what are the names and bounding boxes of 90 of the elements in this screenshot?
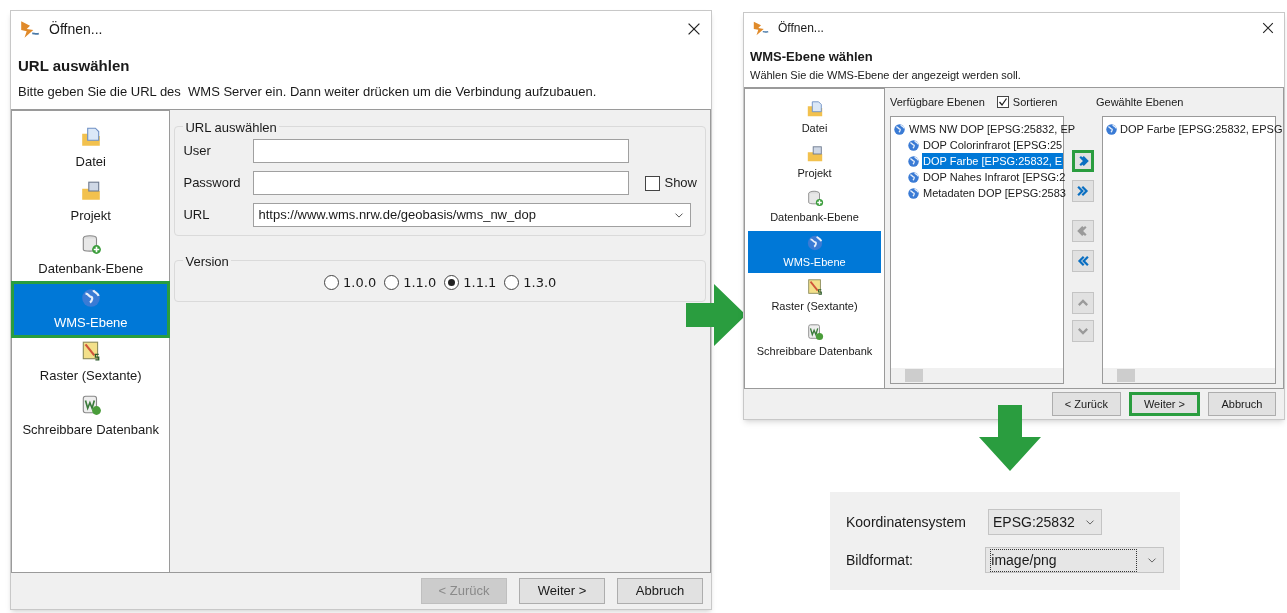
folder-icon (805, 144, 824, 163)
password-field[interactable] (253, 171, 630, 195)
sidebar-label: WMS-Ebene (783, 254, 846, 270)
sidebar-item[interactable]: Raster (Sextante) (748, 275, 881, 318)
radio-option[interactable]: 1.1.0 (384, 273, 437, 293)
dropdown[interactable]: image/png (985, 547, 1164, 573)
list-label: Verfügbare Ebenen (890, 94, 985, 110)
sidebar-label: Schreibbare Datenbank (22, 420, 160, 439)
sidebar-item[interactable]: Datenbank-Ebene (748, 186, 881, 229)
database-icon (805, 322, 824, 341)
move-all-right-button[interactable] (1072, 180, 1094, 202)
list-label: Gewählte Ebenen (1096, 94, 1184, 110)
globe-icon (907, 138, 920, 152)
dialog-heading: URL auswählen (17, 56, 131, 76)
field-label: Bildformat: (846, 550, 914, 570)
input-field[interactable] (253, 139, 630, 163)
chevron-icon (1076, 154, 1090, 168)
app-icon (19, 18, 41, 40)
dialog-button[interactable]: < Zurück (1051, 392, 1121, 416)
sidebar-item[interactable]: Projekt (748, 141, 881, 184)
tree-item[interactable]: Metadaten DOP [EPSG:2583 (922, 184, 1067, 202)
folder-icon (79, 126, 102, 148)
folder-icon (805, 100, 824, 118)
sidebar-label: Datei (75, 153, 106, 171)
move-all-left-button[interactable] (1072, 250, 1094, 272)
database-icon (805, 189, 824, 207)
list-item[interactable]: DOP Farbe [EPSG:25832, EPSG (1120, 120, 1283, 138)
sidebar-item[interactable]: WMS-Ebene (748, 230, 881, 273)
checkbox-label: Show (664, 174, 697, 193)
raster-icon (805, 278, 824, 296)
sidebar-item[interactable]: Raster (Sextante) (14, 337, 168, 389)
radio-option[interactable]: 1.1.1 (444, 273, 497, 293)
chevron-icon (1076, 184, 1090, 198)
dialog-description: Bitte geben Sie die URL des WMS Server ein. Dann weiter drücken um die Verbindung aufzubauen. (17, 82, 598, 101)
sidebar-item[interactable]: Datenbank-Ebene (14, 230, 168, 282)
dialog-button[interactable]: Abbruch (617, 578, 703, 604)
globe-icon (805, 233, 824, 252)
chevron-icon (1076, 224, 1090, 238)
dropdown[interactable]: EPSG:25832 (988, 509, 1102, 535)
sidebar-label: Projekt (70, 206, 111, 225)
globe-icon (907, 186, 920, 200)
tree-item[interactable]: DOP Nahes Infrarot [EPSG:2 (922, 168, 1067, 186)
sidebar-item[interactable]: Projekt (14, 176, 168, 228)
close-icon[interactable] (1260, 20, 1276, 36)
sidebar-label: Datenbank-Ebene (38, 260, 144, 278)
right-arrow (686, 284, 746, 346)
sidebar-item[interactable]: Schreibbare Datenbank (14, 390, 168, 442)
url-combo-box[interactable]: https://www.wms.nrw.de/geobasis/wms_nw_dop (253, 203, 692, 227)
tree-item[interactable]: WMS NW DOP [EPSG:25832, EP (908, 120, 1077, 138)
move-right-button[interactable] (1072, 150, 1094, 172)
sidebar-label: Projekt (797, 165, 832, 181)
dialog-button[interactable]: Weiter > (519, 578, 605, 604)
dialog-button[interactable]: Abbruch (1208, 392, 1276, 416)
globe-icon (893, 122, 906, 136)
sidebar-label: Raster (Sextante) (771, 299, 858, 314)
checkbox[interactable] (645, 175, 661, 191)
horizontal-scrollbar[interactable] (891, 368, 1063, 383)
dialog-heading: WMS-Ebene wählen (749, 48, 874, 66)
field-label: Koordinatensystem (846, 512, 967, 532)
field-label: URL (183, 206, 211, 225)
sidebar-item[interactable]: WMS-Ebene (14, 283, 168, 335)
chevron-icon (1076, 254, 1090, 268)
tree-item[interactable]: DOP Farbe [EPSG:25832, E (922, 152, 1064, 170)
dialog-description: Wählen Sie die WMS-Ebene der angezeigt werden soll. (749, 67, 1022, 83)
sidebar-label: Datenbank-Ebene (770, 210, 859, 225)
window-title: Öffnen... (778, 20, 824, 37)
globe-icon (1105, 122, 1118, 136)
checkbox-label: Sortieren (1012, 94, 1058, 110)
dialog-button[interactable]: Weiter > (1128, 392, 1200, 416)
sidebar-item[interactable]: Schreibbare Datenbank (748, 319, 881, 362)
tree-item[interactable]: DOP Colorinfrarot [EPSG:25 (922, 136, 1064, 154)
field-label: Password (183, 174, 242, 193)
globe-icon (907, 170, 920, 184)
sidebar-label: WMS-Ebene (53, 313, 128, 332)
sidebar-item[interactable]: Datei (748, 97, 881, 140)
radio-option[interactable]: 1.3.0 (504, 273, 557, 293)
down-arrow (979, 405, 1041, 471)
folder-icon (79, 179, 102, 202)
checkbox[interactable] (996, 96, 1009, 108)
horizontal-scrollbar[interactable] (1103, 368, 1275, 383)
sidebar-label: Raster (Sextante) (39, 367, 142, 385)
sidebar-label: Schreibbare Datenbank (756, 343, 873, 359)
sidebar-item[interactable]: Datei (14, 123, 168, 175)
globe-icon (907, 154, 920, 168)
radio-option[interactable]: 1.0.0 (324, 273, 377, 293)
sidebar-label: Datei (801, 121, 828, 136)
window-title: Öffnen... (49, 19, 103, 39)
globe-icon (79, 286, 102, 309)
app-icon (752, 19, 770, 37)
field-label: User (183, 142, 212, 161)
